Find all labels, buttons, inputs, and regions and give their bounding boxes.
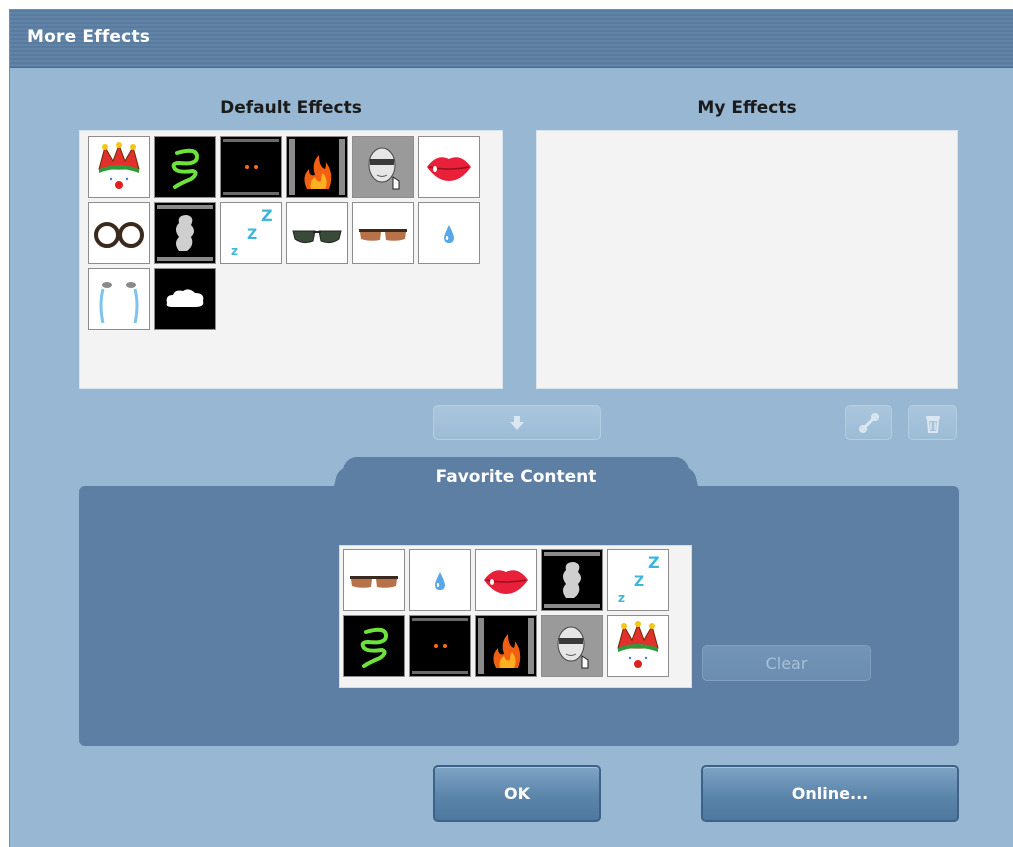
drop-icon	[435, 572, 445, 590]
cloud-icon	[166, 289, 204, 307]
drop-icon	[444, 225, 454, 243]
link-icon	[858, 412, 879, 433]
my-effects-title: My Effects	[697, 98, 797, 118]
lips-icon	[484, 570, 528, 594]
svg-text:Z: Z	[634, 574, 644, 590]
effect-round-glasses[interactable]	[88, 202, 150, 264]
effect-glowing-eyes[interactable]	[220, 136, 282, 198]
favorite-smoke[interactable]	[541, 549, 603, 611]
online-button-label: Online...	[791, 784, 869, 803]
ok-button[interactable]: OK	[433, 765, 601, 822]
favorite-water-drop[interactable]	[409, 549, 471, 611]
default-effects-title: Default Effects	[220, 98, 362, 118]
spiral-icon	[360, 627, 389, 668]
favorite-glowing-eyes[interactable]	[409, 615, 471, 677]
lips-icon	[427, 157, 471, 181]
favorite-fire[interactable]	[475, 615, 537, 677]
more-effects-dialog: More Effects Default Effects My Effects	[9, 9, 1013, 847]
glowing-eyes-icon	[223, 139, 279, 195]
brown-sunglasses-icon	[350, 576, 398, 588]
effect-fire[interactable]	[286, 136, 348, 198]
tears-icon	[99, 282, 139, 324]
delete-button[interactable]	[908, 405, 957, 440]
head-icon	[368, 147, 400, 190]
favorite-spiral[interactable]	[343, 615, 405, 677]
arrow-down-icon	[510, 415, 524, 430]
effect-water-drop[interactable]	[418, 202, 480, 264]
my-effects-list[interactable]	[536, 130, 958, 389]
favorite-brown-sunglasses[interactable]	[343, 549, 405, 611]
effect-head-mask[interactable]	[352, 136, 414, 198]
glowing-eyes-icon	[412, 618, 468, 674]
link-button[interactable]	[845, 405, 892, 440]
effect-smoke[interactable]	[154, 202, 216, 264]
svg-text:Z: Z	[247, 227, 257, 243]
favorite-content-list[interactable]: Z Z z	[339, 545, 692, 688]
favorite-head-mask[interactable]	[541, 615, 603, 677]
svg-text:z: z	[231, 244, 238, 258]
fire-icon	[478, 618, 534, 674]
default-effects-list[interactable]: Z Z z	[79, 130, 503, 389]
sunglasses-icon	[292, 230, 342, 244]
favorite-zzz[interactable]: Z Z z	[607, 549, 669, 611]
smoke-icon	[157, 205, 213, 261]
effect-spiral[interactable]	[154, 136, 216, 198]
brown-sunglasses-icon	[359, 229, 407, 241]
dialog-title: More Effects	[27, 27, 151, 47]
fire-icon	[289, 139, 345, 195]
favorite-content-tab: Favorite Content	[343, 457, 689, 497]
favorite-jester[interactable]	[607, 615, 669, 677]
effect-zzz[interactable]: Z Z z	[220, 202, 282, 264]
zzz-icon: Z Z z	[618, 553, 660, 605]
ok-button-label: OK	[504, 784, 530, 803]
trash-icon	[925, 415, 940, 433]
online-button[interactable]: Online...	[701, 765, 959, 822]
effect-lips[interactable]	[418, 136, 480, 198]
clear-button-label: Clear	[765, 653, 808, 673]
add-to-my-effects-button[interactable]	[433, 405, 601, 440]
favorite-content-title: Favorite Content	[435, 467, 597, 487]
effect-cloud[interactable]	[154, 268, 216, 330]
svg-text:Z: Z	[261, 206, 273, 225]
svg-text:Z: Z	[648, 553, 660, 572]
title-bar: More Effects	[10, 10, 1013, 68]
svg-text:z: z	[618, 591, 625, 605]
clear-button[interactable]: Clear	[702, 645, 871, 681]
round-glasses-icon	[94, 222, 144, 248]
effect-dark-sunglasses[interactable]	[286, 202, 348, 264]
effect-tears[interactable]	[88, 268, 150, 330]
favorite-lips[interactable]	[475, 549, 537, 611]
jester-icon	[98, 142, 140, 189]
effect-jester[interactable]	[88, 136, 150, 198]
jester-icon	[617, 621, 659, 668]
zzz-icon: Z Z z	[231, 206, 273, 258]
spiral-icon	[171, 148, 200, 189]
smoke-icon	[544, 552, 600, 608]
effect-brown-sunglasses[interactable]	[352, 202, 414, 264]
head-icon	[557, 626, 589, 669]
